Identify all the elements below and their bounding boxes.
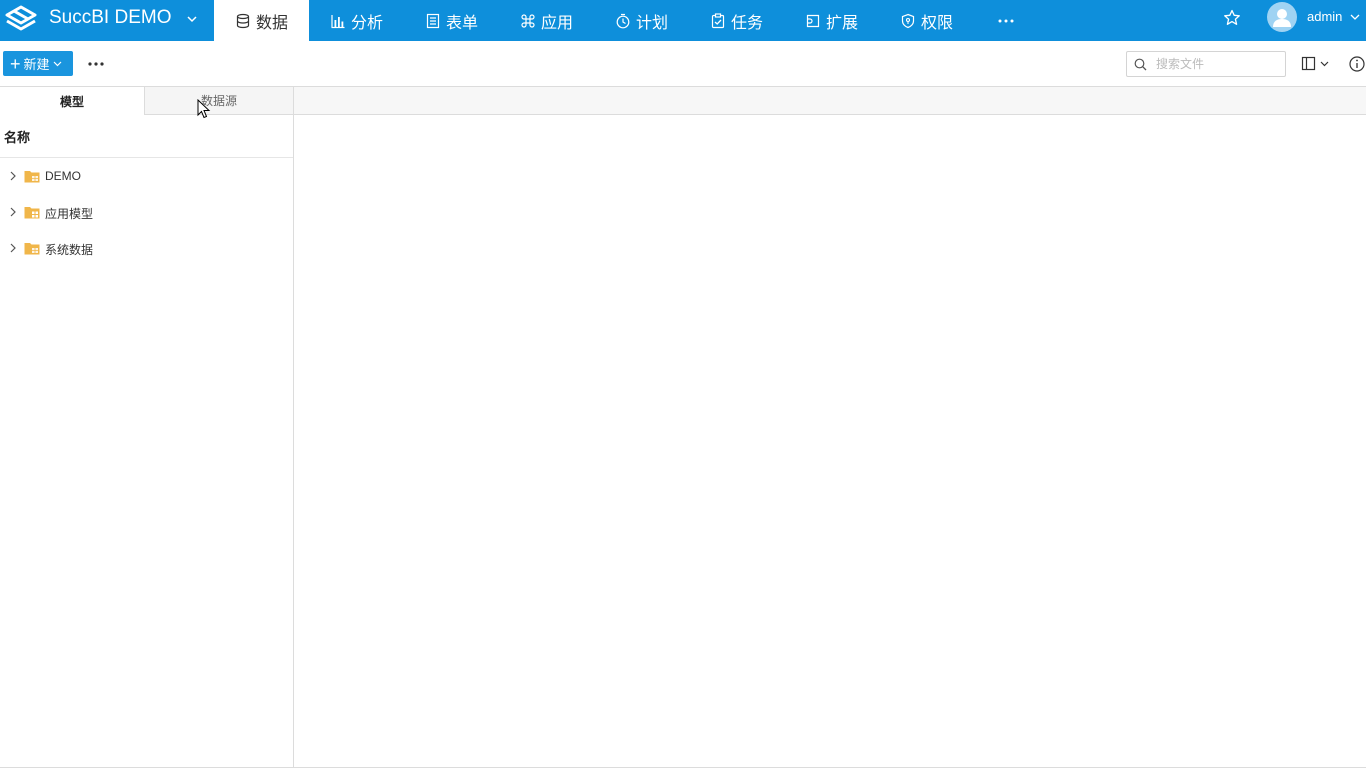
chevron-right-icon[interactable] [8, 170, 18, 182]
content-tab-strip [294, 87, 1366, 115]
folder-app-icon [24, 207, 40, 219]
nav-item-permission[interactable]: 权限 [879, 0, 974, 41]
search-icon [1134, 58, 1147, 71]
tree-item-label: 应用模型 [45, 207, 94, 221]
nav-item-extension[interactable]: 扩展 [784, 0, 879, 41]
new-button[interactable]: + 新建 [3, 51, 73, 76]
timer-icon [616, 13, 630, 28]
nav-more-button[interactable] [996, 0, 1016, 41]
panel-tabs: 模型 数据源 [0, 87, 293, 115]
nav-item-label: 扩展 [825, 14, 858, 32]
nav-item-analysis[interactable]: 分析 [309, 0, 404, 41]
chevron-down-icon [53, 61, 61, 67]
nav-item-label: 分析 [350, 14, 383, 32]
tab-datasource[interactable]: 数据源 [144, 87, 293, 115]
toolbar: + 新建 [0, 41, 1366, 87]
app-title: SuccBI DEMO [49, 7, 172, 28]
nav-item-schedule[interactable]: 计划 [594, 0, 689, 41]
left-panel: 模型 数据源 名称 DEMO 应用模型 系统数据 [0, 87, 294, 768]
more-horizontal-icon [998, 19, 1014, 22]
top-navigation-bar: SuccBI DEMO 数据 分析 表单 应用 计划 任务 扩展 权限 admi… [0, 0, 1366, 41]
user-name[interactable]: admin [1307, 9, 1342, 24]
folder-system-icon [24, 243, 40, 255]
more-horizontal-icon[interactable] [86, 55, 106, 73]
model-tree: DEMO 应用模型 系统数据 [0, 158, 293, 266]
tree-item-app-model[interactable]: 应用模型 [0, 194, 293, 230]
nav-item-task[interactable]: 任务 [689, 0, 784, 41]
user-icon [1273, 9, 1291, 27]
nav-item-label: 应用 [540, 14, 573, 32]
chevron-right-icon[interactable] [8, 242, 18, 254]
database-icon [236, 13, 250, 28]
tree-item-label: 系统数据 [45, 243, 94, 257]
bar-chart-icon [331, 14, 345, 28]
app-switcher[interactable]: SuccBI DEMO [0, 0, 214, 41]
command-icon [521, 13, 535, 28]
nav-item-label: 计划 [635, 14, 668, 32]
chevron-down-icon[interactable] [1350, 12, 1360, 22]
nav-item-label: 权限 [920, 14, 953, 32]
extension-icon [806, 14, 820, 27]
nav-item-label: 表单 [445, 14, 478, 32]
tree-item-label: DEMO [45, 169, 81, 183]
search-input[interactable] [1156, 55, 1281, 73]
folder-model-icon [24, 171, 40, 183]
info-icon[interactable] [1348, 55, 1366, 73]
column-header-name: 名称 [0, 115, 293, 158]
tree-item-system-data[interactable]: 系统数据 [0, 230, 293, 266]
clipboard-check-icon [711, 12, 725, 28]
search-box [1126, 51, 1286, 77]
user-avatar[interactable] [1267, 2, 1297, 32]
nav-item-data[interactable]: 数据 [214, 0, 309, 41]
plus-icon: + [10, 53, 21, 74]
new-button-label: 新建 [23, 57, 50, 72]
nav-item-label: 数据 [255, 14, 288, 32]
app-logo-icon [5, 5, 37, 31]
shield-icon [901, 13, 915, 28]
nav-item-label: 任务 [730, 14, 763, 32]
content-area [294, 115, 1366, 768]
nav-item-app[interactable]: 应用 [499, 0, 594, 41]
tab-model[interactable]: 模型 [0, 87, 144, 115]
nav-item-form[interactable]: 表单 [404, 0, 499, 41]
form-icon [426, 13, 440, 28]
favorites-star-icon[interactable] [1222, 8, 1242, 28]
chevron-down-icon [187, 16, 197, 23]
layout-toggle-icon[interactable] [1300, 55, 1332, 73]
chevron-right-icon[interactable] [8, 206, 18, 218]
tree-item-demo[interactable]: DEMO [0, 158, 293, 194]
